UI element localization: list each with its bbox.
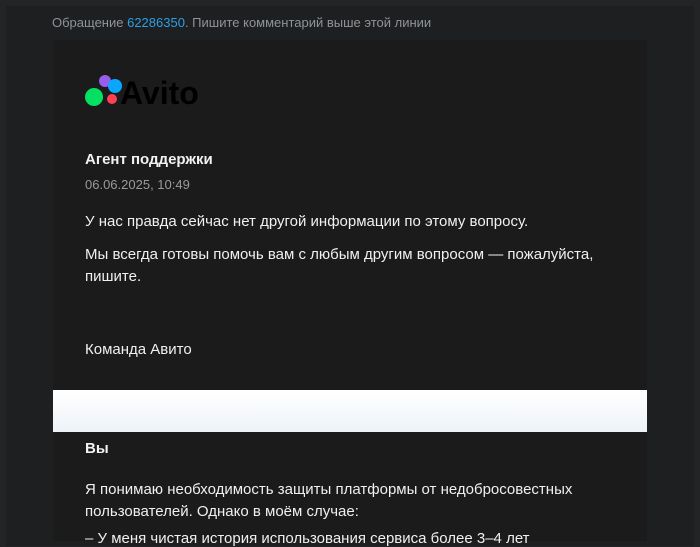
agent-signature: Команда Авито <box>85 341 192 358</box>
ticket-header: Обращение 62286350. Пишите комментарий в… <box>52 15 431 30</box>
message-divider <box>53 390 647 432</box>
ticket-header-prefix: Обращение <box>52 15 128 30</box>
ticket-number-link[interactable]: 62286350 <box>127 15 185 30</box>
agent-paragraph: У нас правда сейчас нет другой информаци… <box>85 213 529 230</box>
avito-wordmark: Avito <box>120 75 199 108</box>
user-sender-name: Вы <box>85 440 109 457</box>
agent-sender-name: Агент поддержки <box>85 151 213 168</box>
user-list-item: – У меня чистая история использования се… <box>85 530 530 547</box>
agent-message-timestamp: 06.06.2025, 10:49 <box>85 177 190 192</box>
avito-logo-icon: Avito <box>85 75 199 111</box>
agent-paragraph: Мы всегда готовы помочь вам с любым друг… <box>85 246 594 285</box>
user-paragraph: Я понимаю необходимость защиты платформы… <box>85 481 573 520</box>
ticket-header-suffix: . Пишите комментарий выше этой линии <box>184 15 432 30</box>
avito-logo: Avito <box>84 72 204 111</box>
